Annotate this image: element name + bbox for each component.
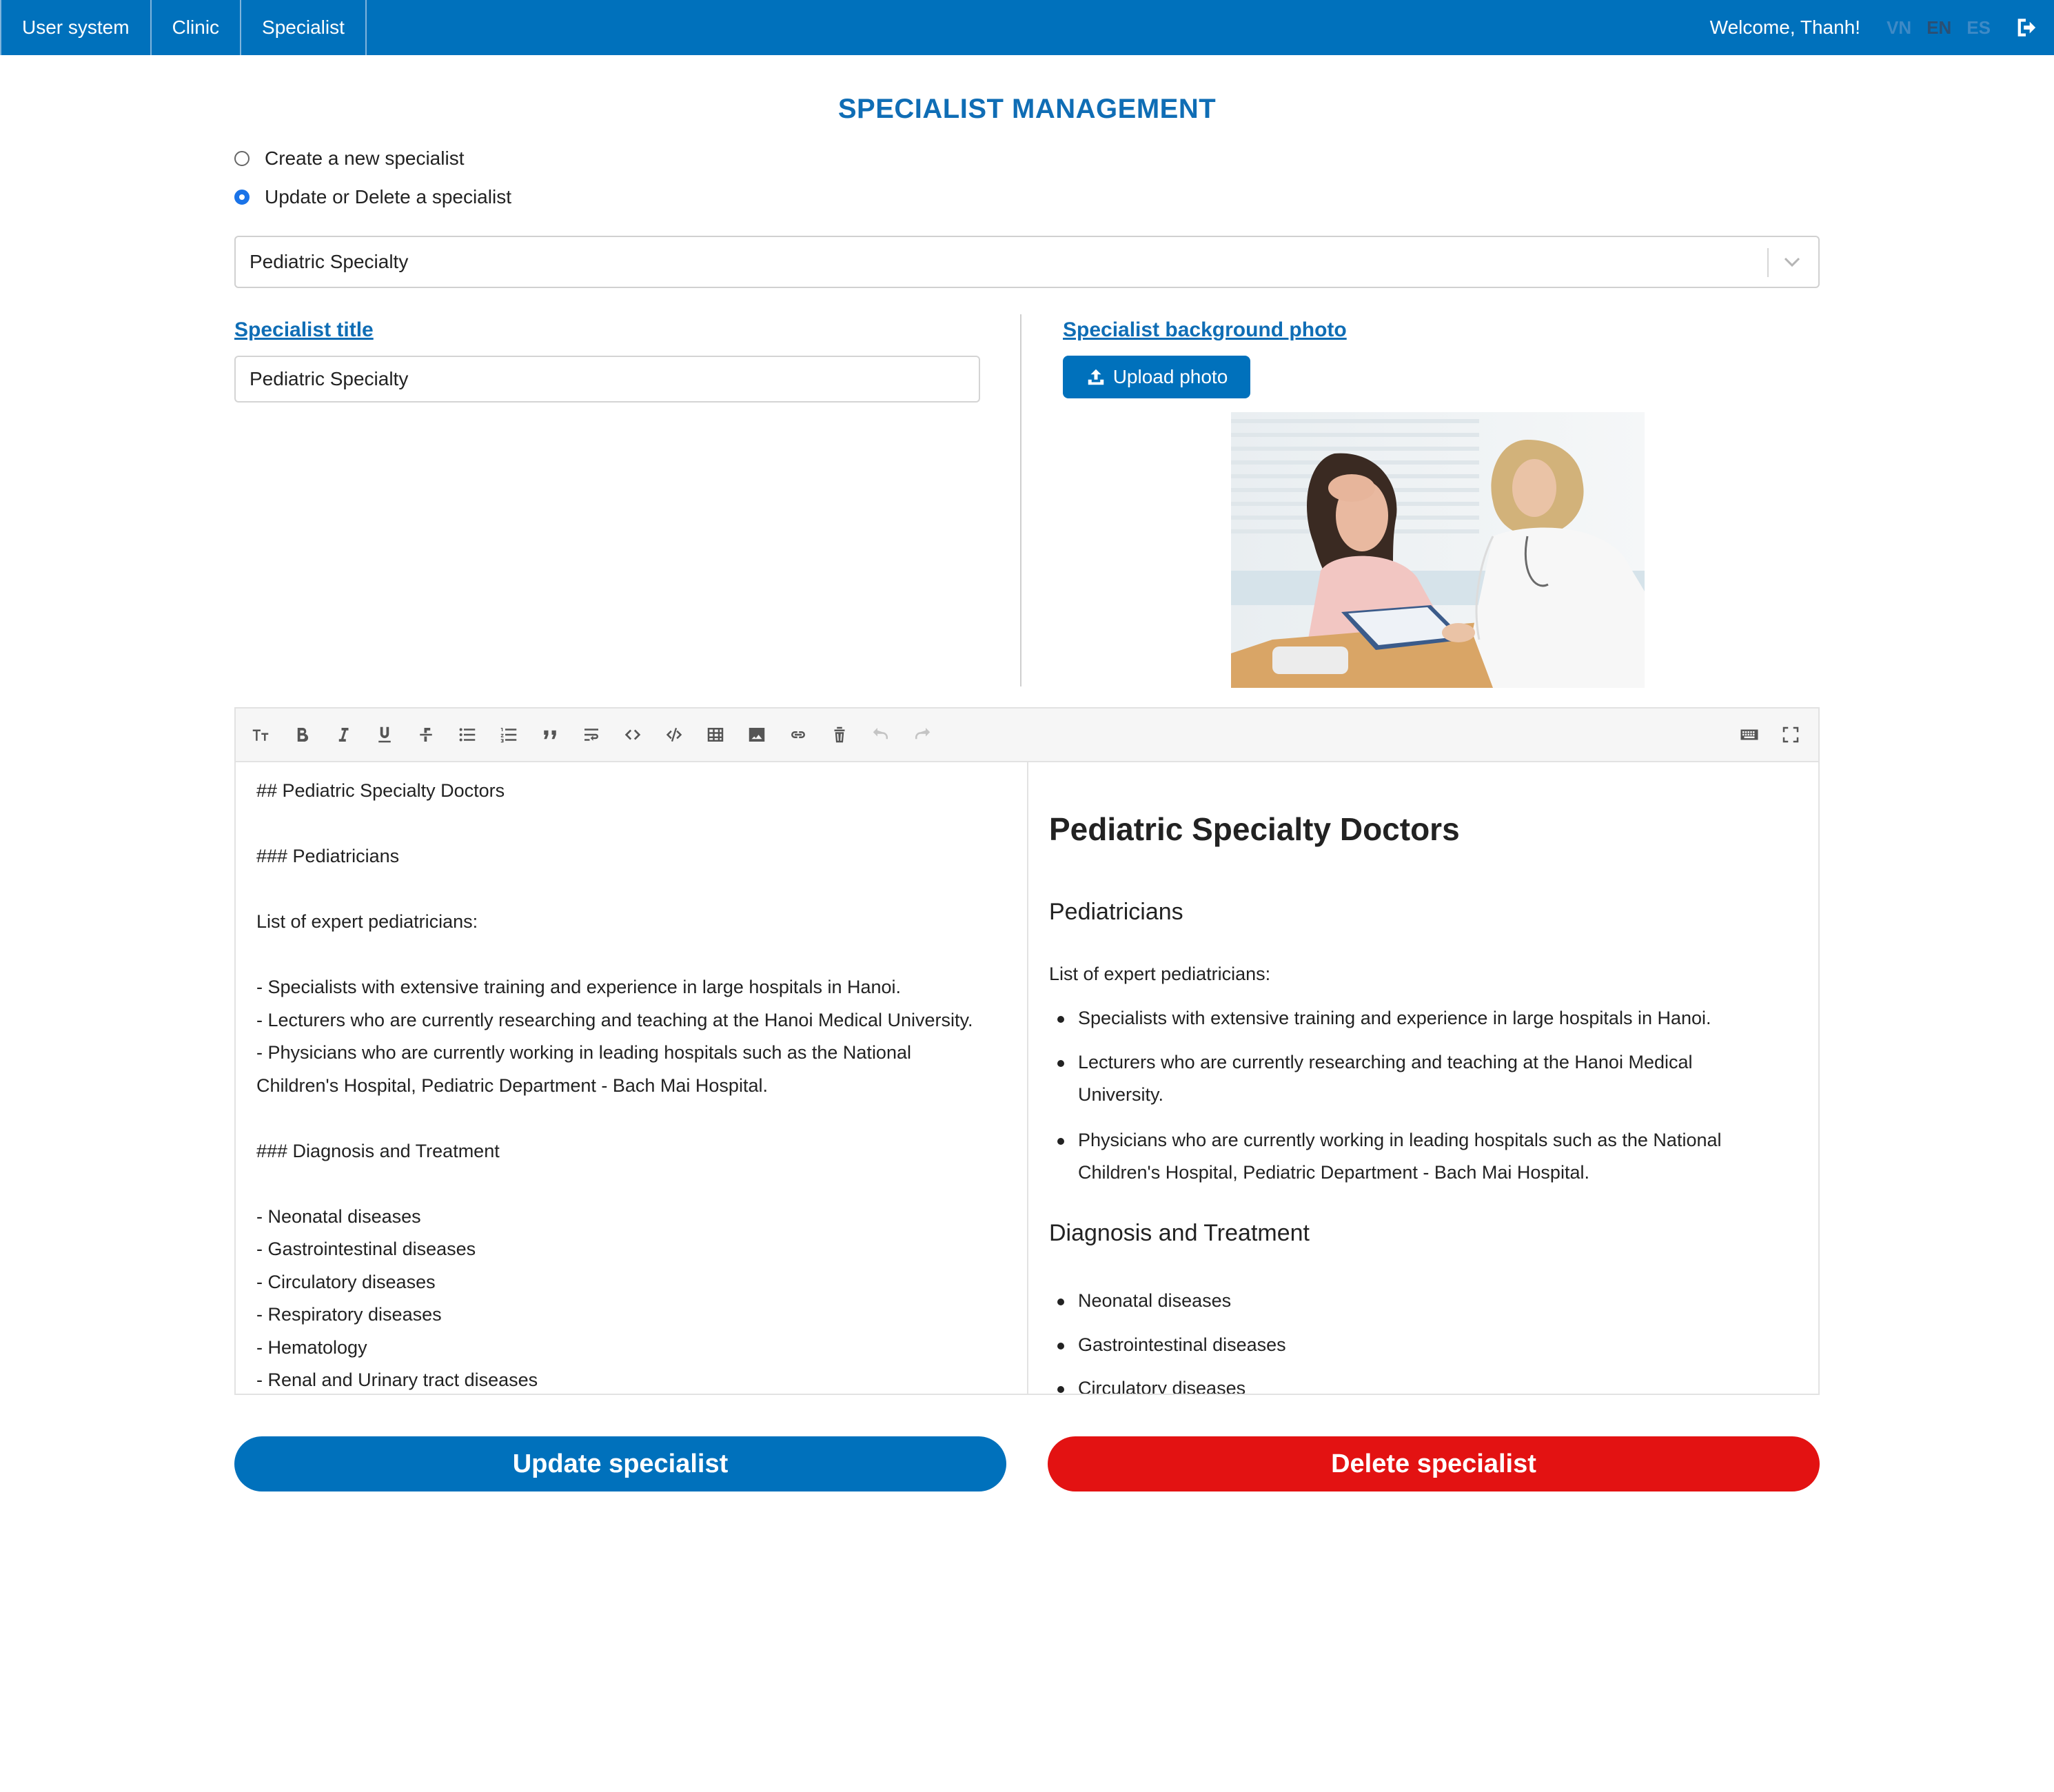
source-line: ### Diagnosis and Treatment — [256, 1140, 500, 1161]
code-block-icon[interactable] — [662, 722, 687, 747]
delete-specialist-button[interactable]: Delete specialist — [1048, 1436, 1820, 1491]
strikethrough-icon[interactable] — [414, 722, 438, 747]
preview-list-item: Neonatal diseases — [1057, 1285, 1774, 1317]
nav-item-specialist[interactable]: Specialist — [241, 0, 367, 55]
preview-list-item: Physicians who are currently working in … — [1057, 1124, 1774, 1189]
source-line: - Circulatory diseases — [256, 1271, 436, 1292]
radio-label-create: Create a new specialist — [265, 147, 465, 169]
source-line: - Renal and Urinary tract diseases — [256, 1370, 538, 1390]
welcome-text: Welcome, Thanh! — [1709, 17, 1861, 38]
preview-list-item: Gastrointestinal diseases — [1057, 1329, 1774, 1361]
italic-icon[interactable] — [331, 722, 356, 747]
markdown-preview-pane: Pediatric Specialty Doctors Pediatrician… — [1028, 761, 1818, 1394]
radio-create-specialist[interactable]: Create a new specialist — [234, 147, 464, 170]
source-line: ## Pediatric Specialty Doctors — [256, 780, 505, 801]
source-line: - Hematology — [256, 1336, 367, 1358]
source-line: - Specialists with extensive training an… — [256, 977, 902, 997]
link-icon[interactable] — [786, 722, 811, 747]
specialist-photo-label: Specialist background photo — [1063, 318, 1347, 341]
column-divider — [1020, 314, 1021, 686]
fullscreen-icon[interactable] — [1778, 722, 1803, 747]
navbar-right: Welcome, Thanh! VN EN ES — [1710, 0, 2054, 55]
lang-en[interactable]: EN — [1926, 17, 1951, 39]
lang-vn[interactable]: VN — [1887, 17, 1911, 39]
specialist-title-label: Specialist title — [234, 318, 374, 341]
preview-intro-text: List of expert pediatricians: — [1049, 964, 1271, 984]
top-navbar: User system Clinic Specialist Welcome, T… — [0, 0, 2054, 55]
source-line: ### Pediatricians — [256, 846, 400, 866]
specialist-background-photo — [1231, 412, 1645, 688]
source-line: - Neonatal diseases — [256, 1205, 421, 1227]
nav-item-user-system[interactable]: User system — [0, 0, 152, 55]
update-specialist-button[interactable]: Update specialist — [234, 1436, 1006, 1491]
page-title: SPECIALIST MANAGEMENT — [837, 94, 1217, 124]
undo-icon[interactable] — [868, 722, 893, 747]
logout-icon[interactable] — [2014, 16, 2037, 39]
radio-button-checked[interactable] — [234, 190, 250, 205]
editor-toolbar — [236, 709, 1818, 762]
upload-photo-label: Upload photo — [1112, 366, 1228, 387]
source-line — [256, 939, 1015, 972]
upload-photo-button[interactable]: Upload photo — [1063, 356, 1250, 398]
preview-list-item: Specialists with extensive training and … — [1057, 1002, 1774, 1035]
specialist-select-value: Pediatric Specialty — [250, 251, 409, 272]
preview-heading-2: Pediatric Specialty Doctors — [1049, 811, 1460, 847]
markdown-source-pane[interactable]: ## Pediatric Specialty Doctors ### Pedia… — [236, 761, 1028, 1394]
preview-list-item: Lecturers who are currently researching … — [1057, 1046, 1774, 1111]
table-icon[interactable] — [703, 722, 728, 747]
preview-heading-pediatricians: Pediatricians — [1049, 899, 1183, 925]
source-line: Children's Hospital, Pediatric Departmen… — [256, 1075, 768, 1096]
source-line — [256, 1102, 1015, 1135]
radio-button-unchecked[interactable] — [234, 151, 250, 166]
clear-icon[interactable] — [827, 722, 852, 747]
lang-es[interactable]: ES — [1966, 17, 1991, 39]
upload-icon — [1088, 369, 1104, 385]
source-line: - Respiratory diseases — [256, 1304, 442, 1325]
bold-icon[interactable] — [289, 722, 314, 747]
font-size-icon[interactable] — [248, 722, 273, 747]
select-separator — [1767, 248, 1769, 277]
preview-heading-diagnosis: Diagnosis and Treatment — [1049, 1220, 1310, 1246]
underline-icon[interactable] — [372, 722, 397, 747]
source-line: - Gastrointestinal diseases — [256, 1239, 476, 1259]
quote-icon[interactable] — [538, 722, 562, 747]
ordered-list-icon[interactable] — [496, 722, 521, 747]
source-line — [256, 873, 1015, 906]
radio-label-update-delete: Update or Delete a specialist — [265, 186, 511, 207]
wrap-icon[interactable] — [579, 722, 604, 747]
source-line: List of expert pediatricians: — [256, 911, 478, 932]
unordered-list-icon[interactable] — [455, 722, 480, 747]
preview-list-item: Circulatory diseases — [1057, 1372, 1774, 1394]
image-icon[interactable] — [744, 722, 769, 747]
markdown-editor: ## Pediatric Specialty Doctors ### Pedia… — [234, 707, 1820, 1395]
source-line: - Lecturers who are currently researchin… — [256, 1009, 973, 1030]
redo-icon[interactable] — [910, 722, 935, 747]
markdown-source-text[interactable]: ## Pediatric Specialty Doctors ### Pedia… — [256, 775, 1015, 1394]
specialist-title-input[interactable] — [234, 356, 980, 403]
keyboard-icon[interactable] — [1737, 722, 1762, 747]
code-icon[interactable] — [620, 722, 645, 747]
source-line — [256, 1168, 1015, 1201]
radio-update-delete-specialist[interactable]: Update or Delete a specialist — [234, 186, 511, 208]
nav-item-clinic[interactable]: Clinic — [152, 0, 242, 55]
specialist-select[interactable]: Pediatric Specialty — [234, 236, 1820, 288]
source-line — [256, 808, 1015, 841]
chevron-down-icon[interactable] — [1782, 255, 1802, 269]
source-line: - Physicians who are currently working i… — [256, 1042, 911, 1063]
